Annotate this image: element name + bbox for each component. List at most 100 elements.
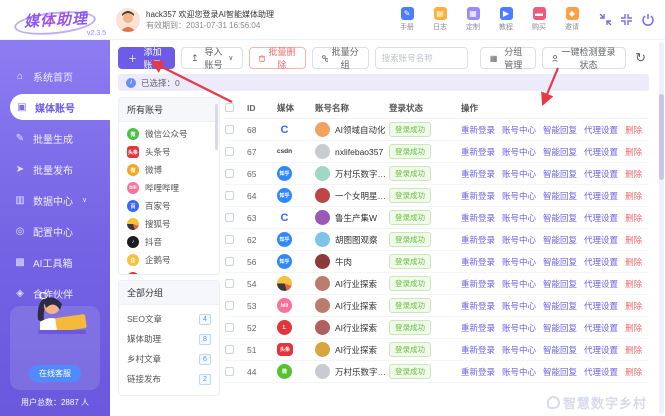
row-checkbox[interactable]	[225, 169, 234, 178]
sidebar-item-2[interactable]: ✎ 批量生成 ∨	[14, 125, 110, 151]
op-link-1[interactable]: 账号中心	[502, 190, 536, 202]
op-link-3[interactable]: 代理设置	[584, 124, 618, 136]
op-link-3[interactable]: 代理设置	[584, 322, 618, 334]
header-quick-icon-2[interactable]: ▤ 日志	[428, 7, 452, 32]
op-link-0[interactable]: 重新登录	[461, 322, 495, 334]
op-link-1[interactable]: 账号中心	[502, 168, 536, 180]
op-link-4[interactable]: 删除	[625, 124, 642, 136]
group-manage-button[interactable]: ▦ 分组管理	[479, 47, 536, 70]
row-checkbox[interactable]	[225, 125, 234, 134]
sidebar-item-1[interactable]: ▣ 媒体账号 ∨	[10, 94, 110, 120]
add-account-button[interactable]: ＋ 添加账号	[118, 47, 176, 70]
op-link-1[interactable]: 账号中心	[502, 366, 536, 378]
op-link-0[interactable]: 重新登录	[461, 212, 495, 224]
sidebar-item-6[interactable]: ▩ AI工具箱 ∨	[14, 249, 110, 275]
row-checkbox[interactable]	[225, 345, 234, 354]
header-quick-icon-5[interactable]: ▬ 购买	[527, 7, 551, 32]
platform-item[interactable]: 头条 头条号	[119, 143, 219, 161]
op-link-0[interactable]: 重新登录	[461, 168, 495, 180]
op-link-3[interactable]: 代理设置	[584, 278, 618, 290]
sidebar-item-3[interactable]: ➤ 批量发布 ∨	[14, 156, 110, 182]
op-link-2[interactable]: 智能回复	[543, 190, 577, 202]
op-link-2[interactable]: 智能回复	[543, 256, 577, 268]
op-link-3[interactable]: 代理设置	[584, 344, 618, 356]
op-link-3[interactable]: 代理设置	[584, 256, 618, 268]
check-login-button[interactable]: 一键检测登录状态	[541, 47, 627, 70]
group-item[interactable]: SEO文章 4	[119, 309, 219, 329]
refresh-icon[interactable]: ↻	[632, 47, 649, 69]
op-link-2[interactable]: 智能回复	[543, 278, 577, 290]
platform-item[interactable]: ♪ 抖音	[119, 233, 219, 251]
op-link-3[interactable]: 代理设置	[584, 234, 618, 246]
import-account-button[interactable]: ↥ 导入账号 ∨	[181, 47, 244, 70]
op-link-3[interactable]: 代理设置	[584, 146, 618, 158]
group-item[interactable]: 乡村文章 6	[119, 349, 219, 369]
op-link-4[interactable]: 删除	[625, 344, 642, 356]
sidebar-item-5[interactable]: ◎ 配置中心 ∨	[14, 218, 110, 244]
op-link-2[interactable]: 智能回复	[543, 234, 577, 246]
op-link-1[interactable]: 账号中心	[502, 124, 536, 136]
platform-item[interactable]: 易 网易号	[119, 269, 219, 274]
op-link-4[interactable]: 删除	[625, 168, 642, 180]
op-link-1[interactable]: 账号中心	[502, 212, 536, 224]
op-link-4[interactable]: 删除	[625, 234, 642, 246]
op-link-2[interactable]: 智能回复	[543, 168, 577, 180]
op-link-0[interactable]: 重新登录	[461, 366, 495, 378]
row-checkbox[interactable]	[225, 213, 234, 222]
op-link-4[interactable]: 删除	[625, 300, 642, 312]
platform-item[interactable]: 企 企鹅号	[119, 251, 219, 269]
op-link-4[interactable]: 删除	[625, 366, 642, 378]
op-link-0[interactable]: 重新登录	[461, 234, 495, 246]
op-link-1[interactable]: 账号中心	[502, 234, 536, 246]
op-link-3[interactable]: 代理设置	[584, 168, 618, 180]
page-scrollbar[interactable]	[659, 42, 664, 414]
op-link-2[interactable]: 智能回复	[543, 212, 577, 224]
panel-scrollbar[interactable]	[215, 104, 218, 150]
op-link-3[interactable]: 代理设置	[584, 300, 618, 312]
op-link-2[interactable]: 智能回复	[543, 124, 577, 136]
op-link-2[interactable]: 智能回复	[543, 322, 577, 334]
expand-icon[interactable]	[620, 13, 633, 26]
op-link-2[interactable]: 智能回复	[543, 344, 577, 356]
row-checkbox[interactable]	[225, 323, 234, 332]
row-checkbox[interactable]	[225, 235, 234, 244]
group-item[interactable]: 媒体助理 8	[119, 329, 219, 349]
batch-delete-button[interactable]: 批量删除	[249, 47, 306, 70]
op-link-1[interactable]: 账号中心	[502, 278, 536, 290]
op-link-3[interactable]: 代理设置	[584, 212, 618, 224]
sidebar-item-4[interactable]: ▥ 数据中心 ∨	[14, 187, 110, 213]
op-link-0[interactable]: 重新登录	[461, 124, 495, 136]
op-link-4[interactable]: 删除	[625, 190, 642, 202]
op-link-3[interactable]: 代理设置	[584, 366, 618, 378]
op-link-4[interactable]: 删除	[625, 322, 642, 334]
op-link-1[interactable]: 账号中心	[502, 322, 536, 334]
online-support-button[interactable]: 在线客服	[29, 292, 81, 382]
op-link-0[interactable]: 重新登录	[461, 146, 495, 158]
batch-group-button[interactable]: 批量分组	[311, 47, 369, 70]
op-link-4[interactable]: 删除	[625, 278, 642, 290]
op-link-1[interactable]: 账号中心	[502, 146, 536, 158]
op-link-3[interactable]: 代理设置	[584, 190, 618, 202]
op-link-1[interactable]: 账号中心	[502, 256, 536, 268]
op-link-2[interactable]: 智能回复	[543, 366, 577, 378]
platform-item[interactable]: 搜狐号	[119, 215, 219, 233]
header-quick-icon-4[interactable]: ▶ 教程	[494, 7, 518, 32]
row-checkbox[interactable]	[225, 191, 234, 200]
search-input[interactable]	[375, 48, 467, 68]
row-checkbox[interactable]	[225, 257, 234, 266]
logout-power-icon[interactable]	[641, 13, 655, 27]
op-link-4[interactable]: 删除	[625, 256, 642, 268]
op-link-4[interactable]: 删除	[625, 212, 642, 224]
op-link-0[interactable]: 重新登录	[461, 256, 495, 268]
op-link-1[interactable]: 账号中心	[502, 344, 536, 356]
group-item[interactable]: 链接发布 2	[119, 369, 219, 389]
platform-item[interactable]: 微 微信公众号	[119, 125, 219, 143]
op-link-0[interactable]: 重新登录	[461, 190, 495, 202]
op-link-2[interactable]: 智能回复	[543, 146, 577, 158]
header-quick-icon-3[interactable]: ▦ 定制	[461, 7, 485, 32]
header-quick-icon-1[interactable]: ✎ 手册	[395, 7, 419, 32]
op-link-4[interactable]: 删除	[625, 146, 642, 158]
row-checkbox[interactable]	[225, 147, 234, 156]
select-all-checkbox[interactable]	[225, 103, 234, 112]
op-link-0[interactable]: 重新登录	[461, 300, 495, 312]
